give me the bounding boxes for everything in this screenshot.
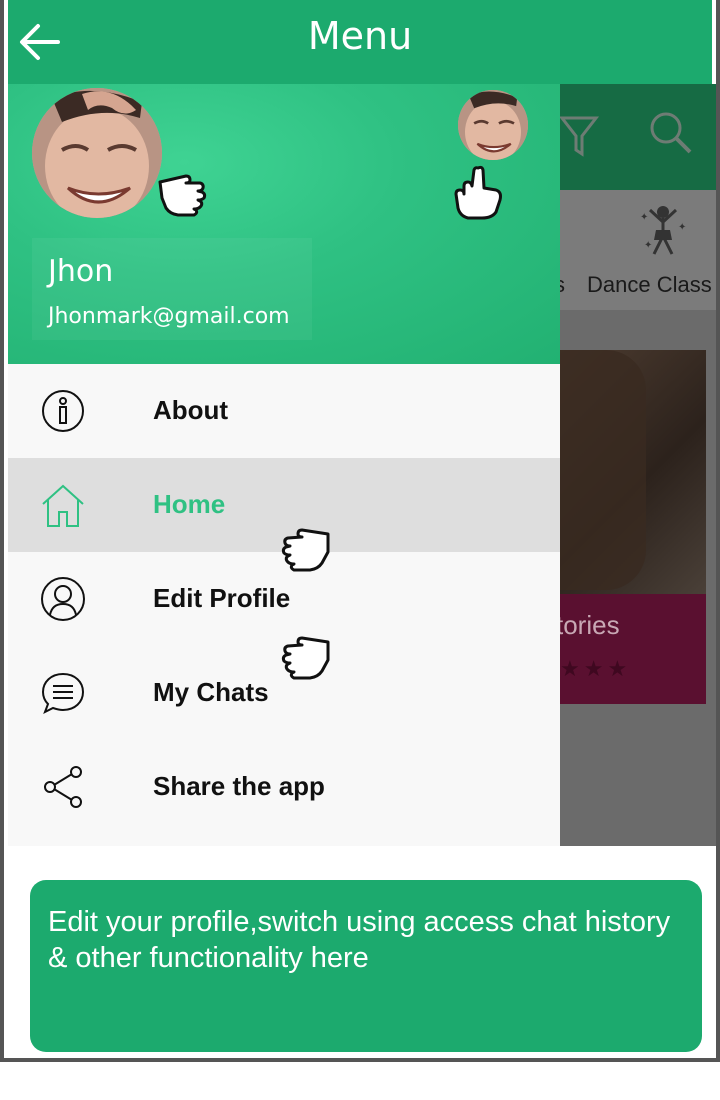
- star-rating-icon: ★★★: [560, 656, 632, 681]
- menu-item-label: Home: [153, 489, 226, 519]
- drawer-header: Jhon Jhonmark@gmail.com: [8, 84, 560, 364]
- filter-icon: [560, 116, 600, 157]
- share-icon: [44, 766, 82, 808]
- caption-text: Edit your profile,switch using access ch…: [48, 906, 671, 974]
- menu-item-label: Edit Profile: [153, 583, 291, 613]
- page-title: Menu: [307, 14, 413, 58]
- secondary-avatar[interactable]: [458, 90, 528, 160]
- pointing-hand-icon: [281, 636, 330, 680]
- info-icon: [42, 390, 84, 432]
- user-email: Jhonmark@gmail.com: [48, 304, 290, 329]
- background-card-text: tories: [560, 610, 620, 640]
- user-name: Jhon: [48, 254, 114, 289]
- menu-item-label: About: [153, 395, 229, 425]
- home-icon: [42, 484, 84, 527]
- chat-icon: [41, 672, 85, 715]
- menu-list: About Home Edit Profile My Chats Share t…: [8, 364, 560, 834]
- background-app: ✦ ✦ ✦ s Dance Class tories ★★★: [560, 84, 716, 846]
- svg-text:✦: ✦: [644, 240, 652, 251]
- search-icon: [650, 112, 692, 154]
- top-app-bar: Menu: [8, 0, 712, 84]
- svg-text:✦: ✦: [640, 212, 648, 223]
- secondary-avatar-face-icon: [458, 90, 528, 160]
- user-icon: [41, 577, 85, 621]
- background-category-suffix: s: [560, 272, 565, 298]
- dance-icon: ✦ ✦ ✦: [640, 206, 686, 255]
- background-card-face: [560, 350, 646, 590]
- background-category-label: Dance Class: [587, 272, 712, 297]
- menu-item-share[interactable]: Share the app: [8, 740, 560, 834]
- pointing-hand-icon: [281, 528, 330, 572]
- svg-text:✦: ✦: [678, 222, 686, 233]
- avatar-face-icon: [32, 88, 162, 218]
- caption-box: Edit your profile,switch using access ch…: [30, 880, 702, 1052]
- menu-item-about[interactable]: About: [8, 364, 560, 458]
- avatar[interactable]: [32, 88, 162, 218]
- menu-item-label: My Chats: [153, 677, 269, 707]
- pointing-hand-icon: [158, 174, 207, 217]
- pointing-hand-icon: [454, 165, 502, 220]
- menu-item-label: Share the app: [153, 771, 325, 801]
- phone-frame: ✦ ✦ ✦ s Dance Class tories ★★★: [0, 0, 720, 1062]
